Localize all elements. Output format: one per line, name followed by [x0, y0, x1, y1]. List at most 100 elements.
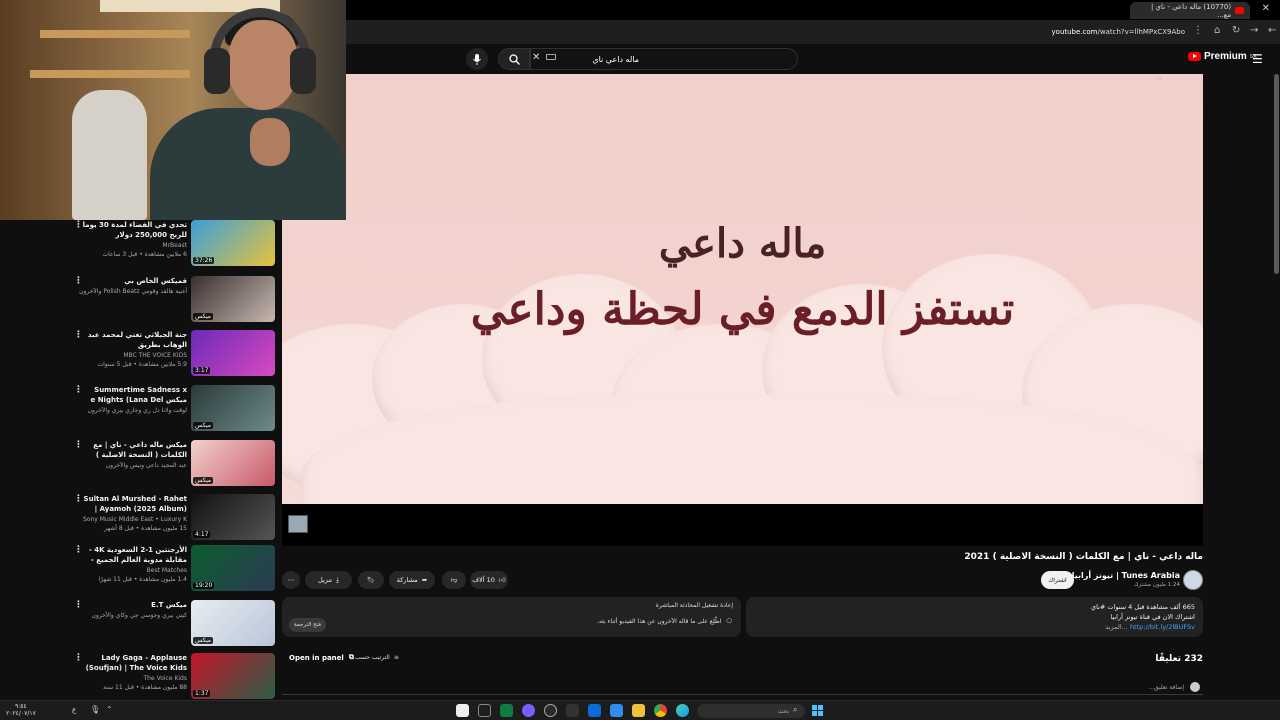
open-in-panel-button[interactable]: Open in panel ⧉: [289, 653, 354, 662]
input-language[interactable]: ع: [72, 706, 76, 714]
chat-icon: 🗨︎: [725, 618, 733, 625]
channel-name: Best Matches: [146, 567, 187, 574]
app-icon-9[interactable]: [676, 704, 689, 717]
channel-avatar[interactable]: [1183, 570, 1203, 590]
clock[interactable]: ٩:٥٤ ٢٠٢٤/٠٧/١٧: [6, 703, 36, 717]
open-chat-button[interactable]: فتح الترجمة: [289, 618, 327, 632]
extension-icon[interactable]: ⋮: [1193, 25, 1203, 36]
mix-badge: ميكس: [193, 477, 213, 484]
like-button[interactable]: 👍︎ 10 آلاف: [470, 571, 508, 589]
show-more-link[interactable]: ...المزيد: [1105, 623, 1128, 631]
description-box[interactable]: 665 ألف مشاهدة قبل 4 سنوات #ناي اشتراك ا…: [746, 597, 1203, 637]
search-input[interactable]: ماله داعي ناي: [530, 48, 798, 70]
video-thumbnail[interactable]: ميكس: [191, 600, 275, 646]
search-query-text: ماله داعي ناي: [592, 54, 639, 64]
dislike-button[interactable]: 👎︎: [442, 571, 466, 589]
list-item[interactable]: ⋮ Summertime Sadness x ميكس e Nights (La…: [70, 385, 275, 435]
taskbar-search[interactable]: بحث ⌕: [697, 704, 805, 718]
file-explorer-icon[interactable]: [632, 704, 645, 717]
video-thumbnail[interactable]: 19:20: [191, 545, 275, 591]
add-comment-field[interactable]: إضافة تعليق...: [1148, 682, 1200, 692]
app-icon-5[interactable]: [544, 704, 557, 717]
download-label: تنزيل: [318, 576, 333, 584]
search-button[interactable]: [498, 48, 530, 70]
channel-name: The Voice Kids: [143, 675, 187, 682]
save-button[interactable]: 🔖︎: [358, 571, 384, 589]
app-icon-4[interactable]: [522, 704, 535, 717]
back-icon[interactable]: ←: [1268, 25, 1276, 36]
add-comment-placeholder: إضافة تعليق...: [1148, 683, 1184, 691]
forward-icon[interactable]: →: [1250, 25, 1258, 36]
sort-label: الترتيب حسب: [355, 654, 390, 661]
video-overlay-title: ماله داعي: [658, 220, 827, 267]
page-scrollbar[interactable]: [1274, 74, 1279, 274]
channel-name: Sony Music Middle East • Luxury K: [83, 516, 187, 523]
video-title: ماله داعي - ناي | مع الكلمات ( النسخة ال…: [964, 552, 1203, 562]
download-button[interactable]: ⤓ تنزيل: [305, 571, 352, 589]
search-icon: [508, 53, 520, 65]
list-item[interactable]: ⋮ الأرجنتين 1-2 السعودية 4K - مقابلة مدو…: [70, 545, 275, 595]
url-domain: youtube.com: [1051, 28, 1098, 36]
video-thumbnail[interactable]: ميكس: [191, 385, 275, 431]
share-icon: ➦: [421, 576, 428, 584]
windows-start-icon[interactable]: [812, 705, 823, 716]
clear-search-icon[interactable]: ✕: [532, 52, 540, 63]
keyboard-icon[interactable]: [546, 54, 556, 60]
home-icon[interactable]: ⌂: [1214, 25, 1220, 36]
channel-name: عبد المجيد داعي ونيس والآخرون: [105, 462, 187, 469]
channel-name: MrBeast: [162, 242, 187, 249]
sort-comments-button[interactable]: ≡ الترتيب حسب: [355, 654, 399, 661]
youtube-premium-logo[interactable]: Premium SA: [1188, 51, 1257, 62]
list-item[interactable]: ⋮ Sultan Al Murshed - Rahet Ayamoh (2025…: [70, 494, 275, 544]
app-icon-1[interactable]: [456, 704, 469, 717]
app-icon-7[interactable]: [588, 704, 601, 717]
streamer-webcam: [0, 0, 346, 220]
chevron-up-icon[interactable]: ⌃: [106, 705, 113, 714]
list-item[interactable]: ⋮ Lady Gaga - Applause (Soufjan) | The V…: [70, 653, 275, 703]
more-actions-button[interactable]: ⋯: [282, 571, 300, 589]
video-thumbnail[interactable]: ميكس: [191, 276, 275, 322]
close-tab-icon[interactable]: ✕: [1262, 3, 1270, 14]
voice-search-button[interactable]: [466, 48, 488, 70]
live-chat-replay: إعادة تشغيل المحادثة المباشرة 🗨︎ اطّلِع …: [282, 597, 741, 637]
video-thumbnail[interactable]: 4:17: [191, 494, 275, 540]
panel-icon: ⧉: [348, 653, 354, 661]
video-thumbnail[interactable]: 1:37: [191, 653, 275, 699]
player-settings-icon[interactable]: ▬: [1156, 74, 1163, 82]
browser-tab-youtube[interactable]: (10770) ماله داعي - ناي | مع...: [1130, 2, 1250, 19]
microphone-tray-icon[interactable]: 🎙︎: [90, 705, 100, 714]
subscriber-count: 1.24 مليون مشترك: [1133, 582, 1180, 588]
subscribe-button[interactable]: اشتراك: [1041, 571, 1074, 589]
list-item[interactable]: ⋮ ميكس ماله داعي - ناي | مع الكلمات ( ال…: [70, 440, 275, 490]
reload-icon[interactable]: ↻: [1232, 25, 1240, 36]
address-bar[interactable]: youtube.com/watch?v=llhMPxCX9Abo: [785, 25, 1185, 40]
like-count: 10 آلاف: [472, 576, 495, 584]
chrome-icon[interactable]: [654, 704, 667, 717]
app-icon-8[interactable]: [610, 704, 623, 717]
video-title: ميكس ماله داعي - ناي | مع الكلمات ( النس…: [93, 441, 187, 459]
channel-watermark-icon[interactable]: [288, 515, 308, 533]
share-button[interactable]: ➦ مشاركة: [389, 571, 435, 589]
app-icon-6[interactable]: [566, 704, 579, 717]
video-thumbnail[interactable]: ميكس: [191, 440, 275, 486]
description-line: اشتراك الان في قناة تيونز أرابيا: [1110, 613, 1195, 621]
user-avatar: [1190, 682, 1200, 692]
list-item[interactable]: ⋮ قميكس الخاص بي أغنية هالقد وقومي Polish…: [70, 276, 275, 326]
channel-name[interactable]: Tunes Arabia | تيونز أرابيا: [1072, 571, 1180, 580]
list-item[interactable]: ⋮ جنة الجبلاتي تغني لمحمد عبد الوهاب بطر…: [70, 330, 275, 380]
clock-time: ٩:٥٤: [15, 703, 27, 710]
app-icon-3[interactable]: [500, 704, 513, 717]
description-link[interactable]: http://bit.ly/2lBUFSv: [1130, 623, 1195, 631]
share-label: مشاركة: [396, 576, 418, 584]
app-icon-2[interactable]: [478, 704, 491, 717]
video-title: تحدي في الفضاء لمدة 30 يوما للربح 250,00…: [82, 221, 187, 239]
video-thumbnail[interactable]: 37:26: [191, 220, 275, 266]
video-player[interactable]: ماله داعي تستفز الدمع في لحظة وداعي ▬: [282, 74, 1203, 546]
list-item[interactable]: ⋮ ميكس E.T كيتي بيري وجوسي جي وكاي والآخر…: [70, 600, 275, 650]
video-meta: 15 مليون مشاهدة • قبل 8 أشهر: [104, 525, 187, 532]
youtube-play-icon: [1188, 52, 1201, 61]
list-item[interactable]: ⋮ تحدي في الفضاء لمدة 30 يوما للربح 250,…: [70, 220, 275, 270]
duration-badge: 4:17: [193, 531, 211, 538]
video-thumbnail[interactable]: 3:17: [191, 330, 275, 376]
hamburger-menu-icon[interactable]: ☰: [1252, 52, 1263, 66]
